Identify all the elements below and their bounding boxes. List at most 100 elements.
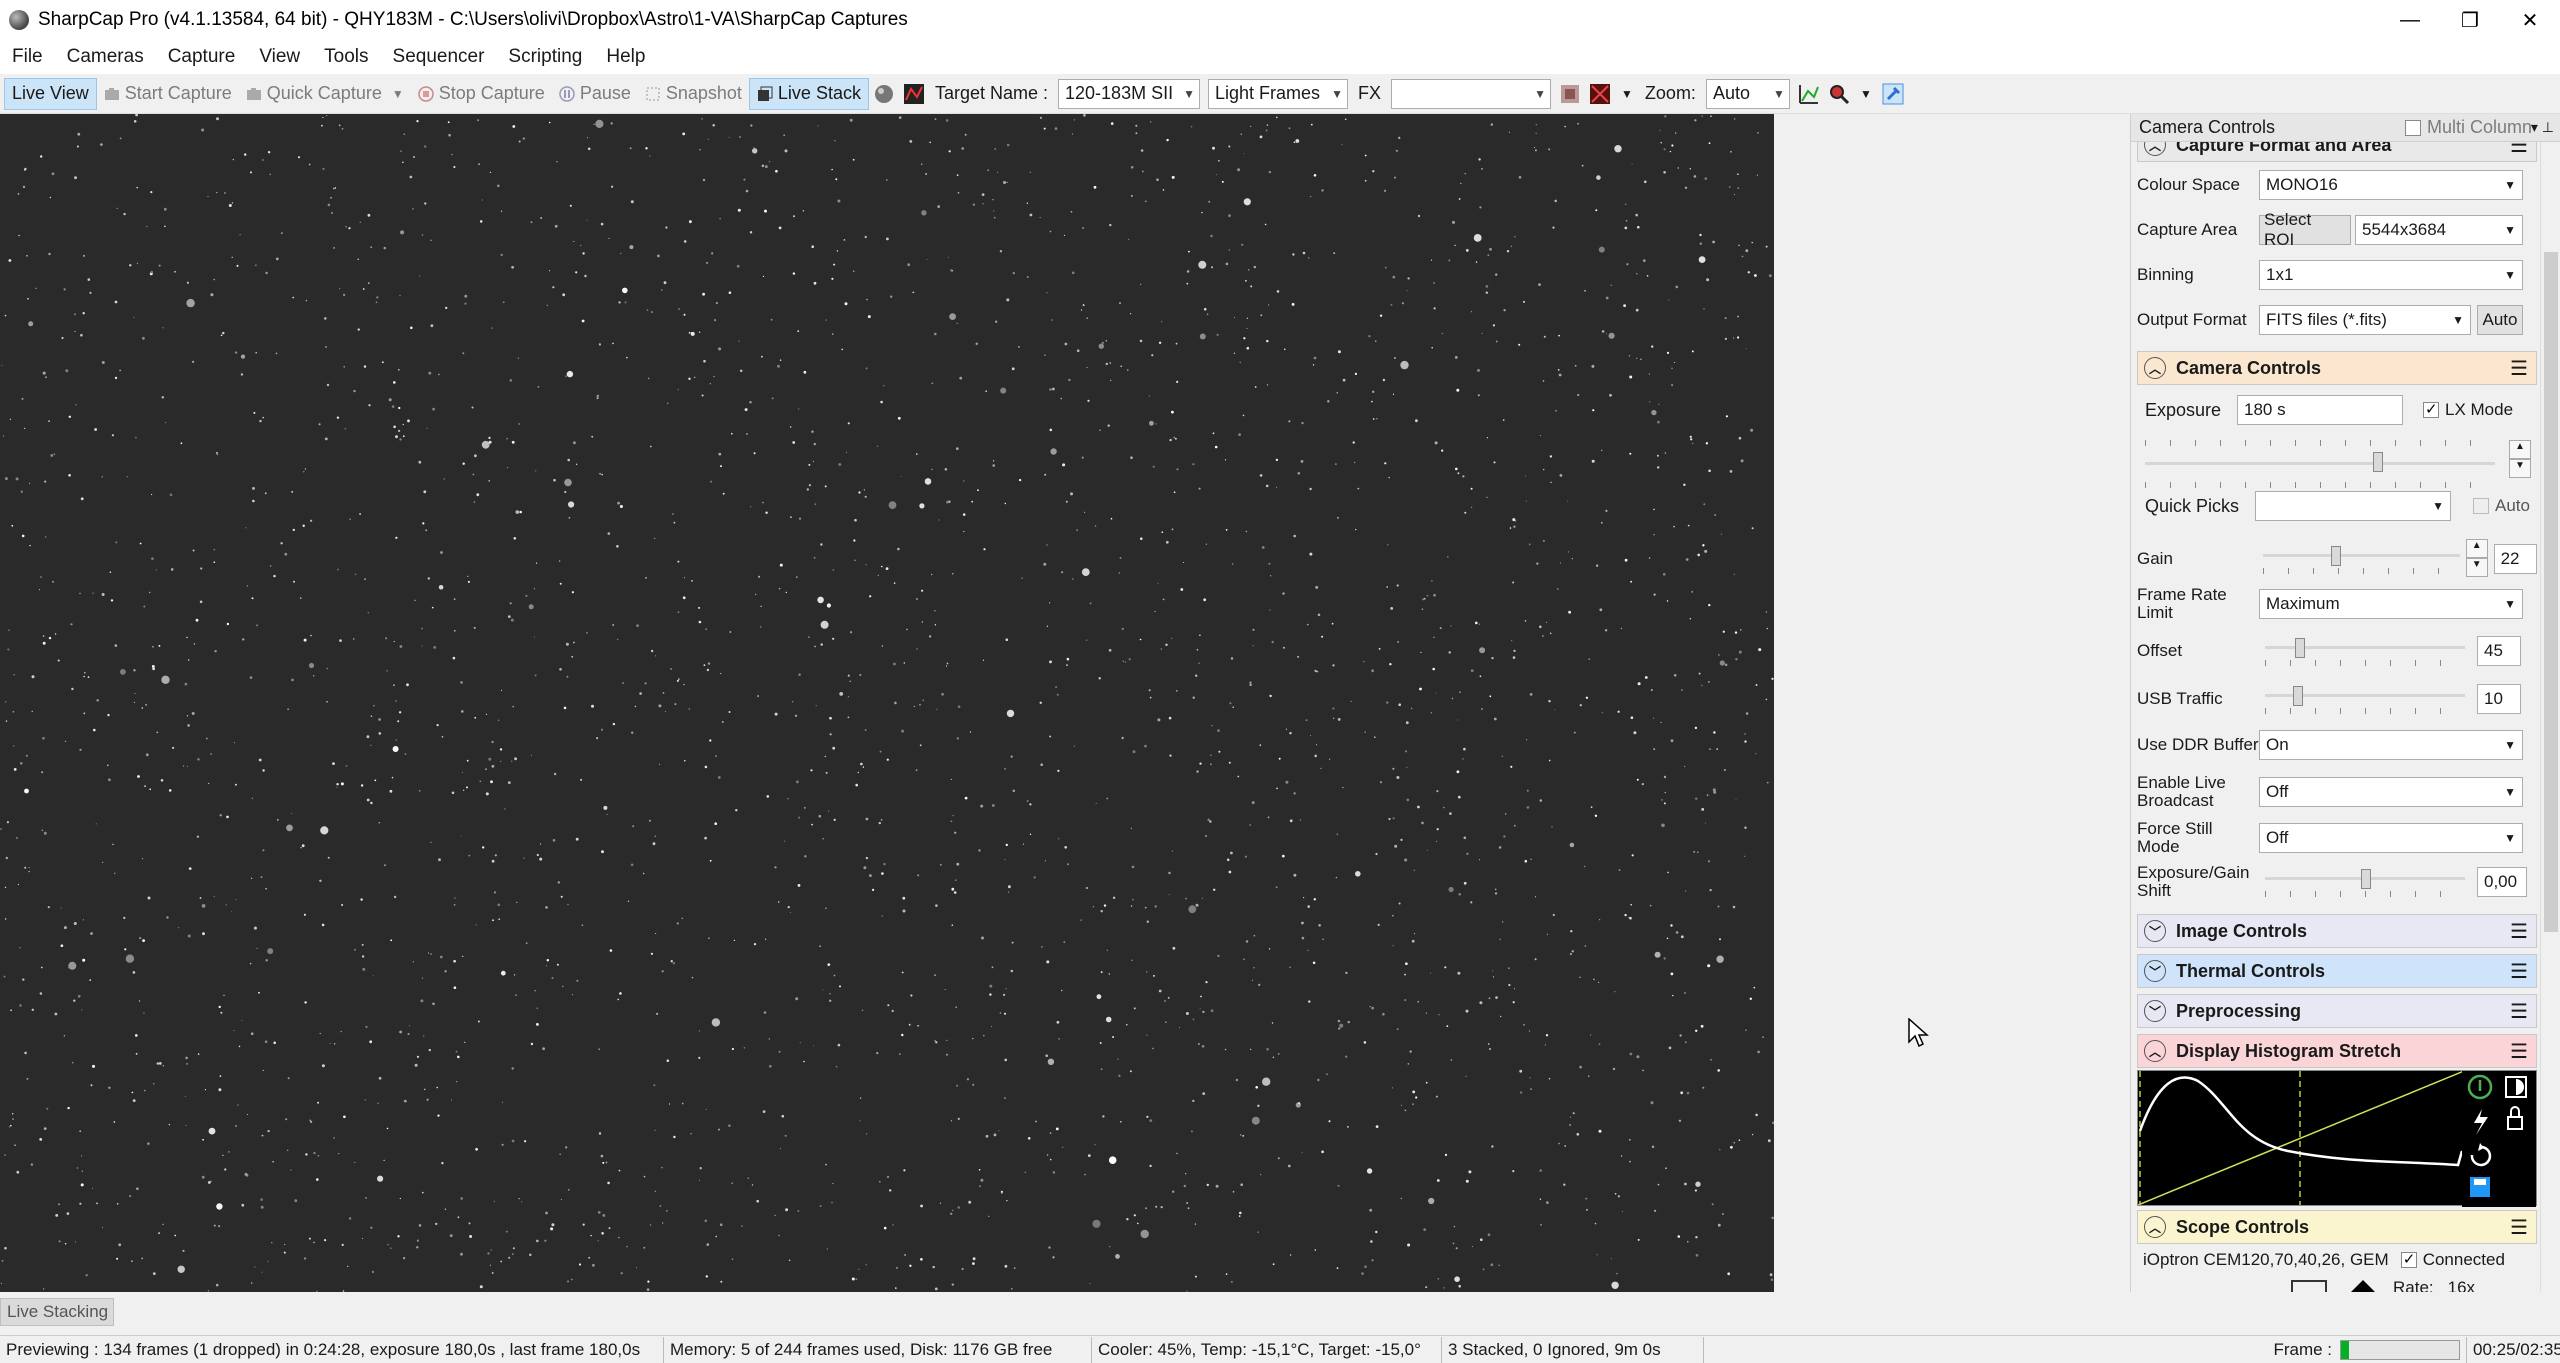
- quick-picks-auto-toggle[interactable]: Auto: [2473, 496, 2530, 516]
- reticle-icon[interactable]: [1559, 83, 1581, 105]
- quick-capture-button[interactable]: Quick Capture ▼: [239, 78, 411, 110]
- usb-traffic-slider-thumb[interactable]: [2293, 686, 2303, 706]
- menu-view[interactable]: View: [247, 46, 312, 68]
- magnifier-icon[interactable]: [1828, 83, 1850, 105]
- camera-controls-header[interactable]: ︿ Camera Controls ☰: [2137, 351, 2537, 385]
- live-stack-button[interactable]: Live Stack: [748, 77, 869, 110]
- live-stacking-tab[interactable]: Live Stacking: [0, 1298, 114, 1326]
- chevron-down-icon[interactable]: ▼: [2465, 558, 2488, 577]
- offset-input[interactable]: 45: [2477, 636, 2521, 666]
- polar-align-icon[interactable]: [873, 83, 895, 105]
- menu-tools[interactable]: Tools: [312, 46, 380, 68]
- colour-space-select[interactable]: MONO16 ▼: [2259, 170, 2523, 200]
- frame-type-select[interactable]: Light Frames ▼: [1208, 78, 1349, 109]
- ddr-buffer-select[interactable]: On ▼: [2259, 730, 2523, 760]
- exposure-stepper[interactable]: ▲ ▼: [2509, 440, 2531, 480]
- chevron-down-icon[interactable]: ▼: [1621, 87, 1633, 101]
- gain-input[interactable]: 22: [2493, 544, 2537, 574]
- chevron-up-icon[interactable]: ︿: [2144, 1216, 2166, 1238]
- graph-icon[interactable]: [1798, 83, 1820, 105]
- gain-shift-slider[interactable]: [2265, 867, 2465, 897]
- scope-connected-checkbox[interactable]: [2400, 1250, 2417, 1268]
- capture-area-select[interactable]: 5544x3684 ▼: [2355, 215, 2523, 245]
- chevron-down-icon[interactable]: ▼: [1860, 87, 1872, 101]
- target-name-select[interactable]: 120-183M SII ▼: [1058, 78, 1201, 109]
- menu-icon[interactable]: ☰: [2510, 919, 2528, 944]
- preprocessing-header[interactable]: ﹀ Preprocessing ☰: [2137, 994, 2537, 1028]
- scope-north-icon[interactable]: [2347, 1280, 2379, 1292]
- menu-icon[interactable]: ☰: [2510, 999, 2528, 1024]
- gain-stepper[interactable]: ▲ ▼: [2465, 539, 2488, 579]
- chevron-down-icon[interactable]: ﹀: [2144, 1000, 2166, 1022]
- quick-picks-select[interactable]: ▼: [2255, 491, 2451, 521]
- menu-icon[interactable]: ☰: [2510, 1039, 2528, 1064]
- scope-connected-toggle[interactable]: Connected: [2400, 1250, 2505, 1270]
- scope-stop-icon[interactable]: [2291, 1280, 2327, 1292]
- menu-scripting[interactable]: Scripting: [496, 46, 594, 68]
- capture-format-header[interactable]: ︿ Capture Format and Area ☰: [2137, 142, 2537, 162]
- histogram-icon[interactable]: [903, 83, 925, 105]
- gain-slider[interactable]: [2263, 544, 2460, 574]
- panel-scrollbar[interactable]: [2540, 142, 2560, 1292]
- start-capture-button[interactable]: Start Capture: [97, 78, 239, 110]
- thermal-controls-header[interactable]: ﹀ Thermal Controls ☰: [2137, 954, 2537, 988]
- minimize-button[interactable]: —: [2380, 0, 2440, 40]
- live-image[interactable]: [0, 114, 1774, 1292]
- menu-icon[interactable]: ☰: [2510, 959, 2528, 984]
- offset-slider[interactable]: [2265, 636, 2465, 666]
- chevron-down-icon[interactable]: ﹀: [2144, 960, 2166, 982]
- menu-icon[interactable]: ☰: [2510, 356, 2528, 381]
- zoom-select[interactable]: Auto ▼: [1705, 78, 1790, 109]
- select-roi-button[interactable]: Select ROI: [2259, 210, 2351, 249]
- offset-slider-thumb[interactable]: [2295, 638, 2305, 658]
- stop-capture-button[interactable]: Stop Capture: [411, 78, 552, 110]
- gain-slider-thumb[interactable]: [2331, 546, 2342, 566]
- chevron-up-icon[interactable]: ︿: [2144, 1040, 2166, 1062]
- close-button[interactable]: ✕: [2500, 0, 2560, 40]
- panel-scrollbar-thumb[interactable]: [2544, 252, 2558, 932]
- usb-traffic-slider[interactable]: [2265, 684, 2465, 714]
- snapshot-button[interactable]: Snapshot: [638, 78, 749, 110]
- histogram-tool-icons[interactable]: [2462, 1071, 2536, 1207]
- pin-icon[interactable]: ▾ ⊥: [2531, 119, 2554, 136]
- multi-column-checkbox[interactable]: [2404, 119, 2421, 136]
- image-controls-header[interactable]: ﹀ Image Controls ☰: [2137, 914, 2537, 948]
- frame-rate-select[interactable]: Maximum ▼: [2259, 589, 2523, 619]
- fx-select[interactable]: ▼: [1391, 78, 1552, 109]
- usb-traffic-input[interactable]: 10: [2477, 684, 2521, 714]
- chevron-down-icon[interactable]: ▼: [2509, 459, 2531, 478]
- exposure-input[interactable]: 180 s: [2237, 395, 2403, 425]
- menu-help[interactable]: Help: [594, 46, 657, 68]
- focus-assist-icon[interactable]: [1589, 83, 1611, 105]
- histogram-stretch-header[interactable]: ︿ Display Histogram Stretch ☰: [2137, 1034, 2537, 1068]
- auto-format-button[interactable]: Auto: [2477, 305, 2523, 335]
- multi-column-toggle[interactable]: Multi Column: [2404, 117, 2532, 138]
- menu-cameras[interactable]: Cameras: [55, 46, 156, 68]
- menu-icon[interactable]: ☰: [2510, 1215, 2528, 1240]
- exposure-slider[interactable]: [2145, 440, 2495, 488]
- lx-mode-toggle[interactable]: LX Mode: [2423, 400, 2513, 420]
- scope-controls-header[interactable]: ︿ Scope Controls ☰: [2137, 1210, 2537, 1244]
- still-mode-select[interactable]: Off ▼: [2259, 823, 2523, 853]
- chevron-up-icon[interactable]: ︿: [2144, 357, 2166, 379]
- maximize-button[interactable]: ❐: [2440, 0, 2500, 40]
- pause-button[interactable]: Pause: [552, 78, 638, 110]
- binning-select[interactable]: 1x1 ▼: [2259, 260, 2523, 290]
- exposure-slider-thumb[interactable]: [2373, 452, 2383, 472]
- chevron-down-icon[interactable]: ﹀: [2144, 920, 2166, 942]
- live-broadcast-select[interactable]: Off ▼: [2259, 777, 2523, 807]
- menu-file[interactable]: File: [0, 46, 55, 68]
- live-view-button[interactable]: Live View: [4, 77, 97, 110]
- menu-capture[interactable]: Capture: [156, 46, 248, 68]
- gain-shift-input[interactable]: 0,00: [2477, 867, 2527, 897]
- quick-picks-auto-checkbox[interactable]: [2473, 498, 2489, 514]
- panel-scroll-area[interactable]: ︿ Capture Format and Area ☰ Colour Space…: [2131, 142, 2541, 1292]
- scope-rate-value[interactable]: 16x: [2448, 1278, 2475, 1292]
- menu-sequencer[interactable]: Sequencer: [381, 46, 497, 68]
- chevron-up-icon[interactable]: ▲: [2465, 539, 2488, 558]
- gain-shift-slider-thumb[interactable]: [2361, 869, 2371, 889]
- output-format-select[interactable]: FITS files (*.fits) ▼: [2259, 305, 2471, 335]
- pin-icon[interactable]: [1882, 83, 1904, 105]
- chevron-up-icon[interactable]: ︿: [2144, 142, 2166, 156]
- menu-icon[interactable]: ☰: [2510, 142, 2528, 158]
